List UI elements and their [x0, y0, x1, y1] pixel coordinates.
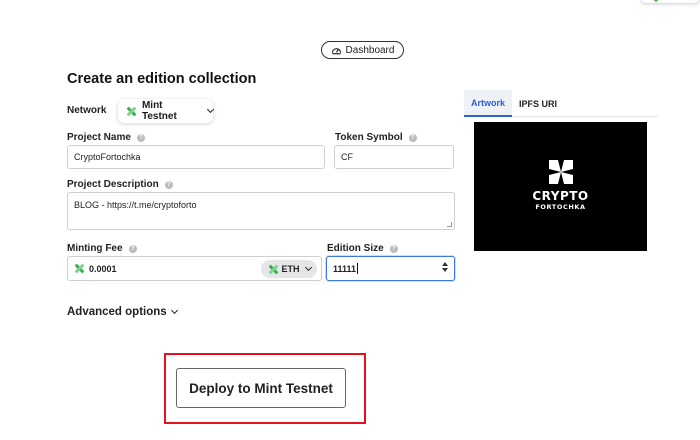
minting-fee-input[interactable]: 0.0001 ETH	[67, 256, 322, 281]
speedometer-icon	[331, 47, 341, 54]
network-label: Network	[67, 105, 106, 116]
mint-network-icon	[126, 106, 137, 117]
top-right-chip[interactable]	[640, 0, 700, 4]
token-symbol-label-text: Token Symbol	[335, 132, 403, 143]
dashboard-button[interactable]: Dashboard	[321, 41, 404, 59]
preview-tabs: Artwork IPFS URI	[464, 90, 658, 117]
edition-size-label: Edition Size ?	[327, 243, 398, 254]
network-selected-value: Mint Testnet	[141, 100, 177, 122]
project-name-input[interactable]: CryptoFortochka	[67, 145, 325, 169]
artwork-preview: CRYPTO FORTOCHKA	[474, 122, 647, 251]
advanced-options-label: Advanced options	[67, 306, 167, 318]
advanced-options-toggle[interactable]: Advanced options	[67, 306, 178, 318]
token-symbol-label: Token Symbol ?	[335, 132, 417, 143]
project-description-textarea[interactable]: BLOG - https://t.me/cryptoforto	[67, 192, 455, 230]
resize-handle-icon[interactable]	[447, 222, 452, 227]
currency-select[interactable]: ETH	[261, 260, 317, 278]
project-name-label: Project Name ?	[67, 132, 145, 143]
page-title: Create an edition collection	[67, 71, 257, 87]
help-icon[interactable]: ?	[408, 133, 417, 142]
project-name-label-text: Project Name	[67, 132, 131, 143]
minting-fee-value-group: 0.0001	[74, 263, 117, 274]
edition-size-label-text: Edition Size	[327, 243, 384, 254]
minting-fee-value: 0.0001	[89, 263, 117, 274]
artwork-word-crypto: CRYPTO	[532, 188, 589, 203]
leaf-icon	[651, 0, 661, 3]
project-name-value: CryptoFortochka	[74, 152, 141, 162]
mint-network-icon	[74, 263, 85, 274]
artwork-word-fortochka: FORTOCHKA	[535, 202, 586, 211]
project-description-label: Project Description ?	[67, 179, 173, 190]
stepper-down-icon[interactable]	[442, 268, 448, 272]
help-icon[interactable]: ?	[128, 244, 137, 253]
minting-fee-label-text: Minting Fee	[67, 243, 123, 254]
network-select[interactable]: Mint Testnet	[118, 99, 215, 123]
currency-value: ETH	[281, 264, 300, 274]
help-icon[interactable]: ?	[389, 244, 398, 253]
chevron-down-icon	[206, 105, 215, 114]
number-stepper[interactable]	[442, 262, 448, 272]
token-symbol-input[interactable]: CF	[334, 145, 454, 169]
help-icon[interactable]: ?	[164, 180, 173, 189]
minting-fee-label: Minting Fee ?	[67, 243, 137, 254]
token-symbol-value: CF	[341, 152, 353, 162]
tab-artwork[interactable]: Artwork	[464, 90, 513, 117]
deploy-button[interactable]: Deploy to Mint Testnet	[176, 368, 346, 408]
edition-size-input[interactable]: 11111	[326, 256, 455, 281]
text-caret	[357, 263, 359, 274]
network-label-text: Network	[67, 105, 107, 116]
project-description-label-text: Project Description	[67, 179, 159, 190]
crypto-fortochka-logo-icon	[548, 159, 573, 184]
chevron-down-icon	[304, 263, 312, 272]
edition-size-value: 11111	[333, 263, 357, 274]
project-description-value: BLOG - https://t.me/cryptoforto	[74, 200, 197, 210]
dashboard-label: Dashboard	[345, 44, 395, 56]
help-icon[interactable]: ?	[136, 133, 145, 142]
tab-ipfs-uri[interactable]: IPFS URI	[512, 90, 564, 117]
stepper-up-icon[interactable]	[442, 262, 448, 266]
chevron-down-icon	[170, 306, 178, 315]
mint-network-icon	[268, 264, 279, 275]
